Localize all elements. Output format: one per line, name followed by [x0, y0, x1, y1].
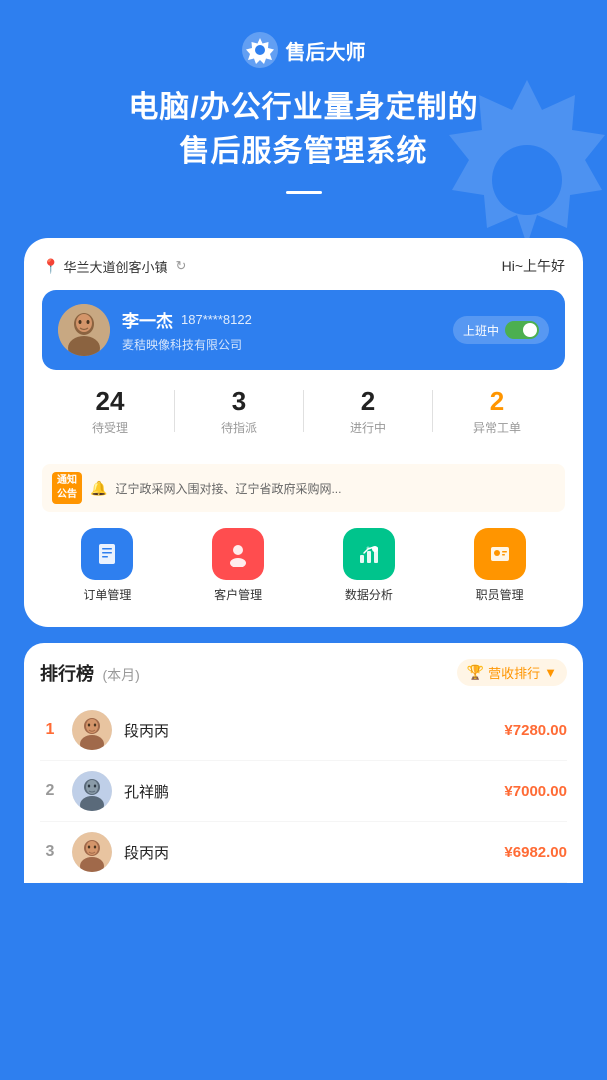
status-toggle[interactable]: 上班中 [453, 316, 549, 344]
menu-label-customers: 客户管理 [214, 586, 262, 603]
stat-number-0: 24 [46, 386, 174, 417]
user-card: 李一杰 187****8122 麦秸映像科技有限公司 上班中 [42, 290, 565, 370]
greeting-text: Hi~上午好 [502, 256, 565, 276]
rank-name-2: 孔祥鹏 [124, 781, 492, 802]
orders-icon [81, 528, 133, 580]
phone-top-bar: 📍 华兰大道创客小镇 ↻ Hi~上午好 [42, 256, 565, 276]
ranking-filter[interactable]: 🏆 营收排行 ▼ [457, 659, 567, 686]
logo-row: 售后大师 [242, 32, 366, 68]
ranking-header: 排行榜 (本月) 🏆 营收排行 ▼ [40, 659, 567, 686]
analytics-icon [343, 528, 395, 580]
rank-amount-3: ¥6982.00 [504, 844, 567, 861]
location-row[interactable]: 📍 华兰大道创客小镇 ↻ [42, 257, 186, 276]
stat-pending-receive: 24 待受理 [46, 386, 174, 436]
ranking-title-group: 排行榜 (本月) [40, 660, 140, 686]
stat-label-2: 进行中 [304, 419, 432, 436]
notice-badge: 通知公告 [52, 472, 82, 504]
stat-pending-assign: 3 待指派 [175, 386, 303, 436]
menu-label-staff: 职员管理 [476, 586, 524, 603]
ranking-title: 排行榜 [40, 664, 94, 684]
toggle-switch[interactable] [505, 321, 539, 339]
rank-num-2: 2 [40, 782, 60, 800]
menu-label-analytics: 数据分析 [345, 586, 393, 603]
ranking-dropdown-icon: ▼ [544, 665, 557, 680]
menu-item-orders[interactable]: 订单管理 [81, 528, 133, 603]
rank-avatar-3 [72, 832, 112, 872]
customers-icon [212, 528, 264, 580]
phone-card: 📍 华兰大道创客小镇 ↻ Hi~上午好 李一杰 187****8122 [24, 238, 583, 627]
staff-icon [474, 528, 526, 580]
notice-text: 辽宁政采网入围对接、辽宁省政府采购网... [115, 480, 341, 497]
location-pin-icon: 📍 [42, 258, 59, 275]
rank-name-3: 段丙丙 [124, 842, 492, 863]
ranking-item-1[interactable]: 1 段丙丙 ¥7280.00 [40, 700, 567, 761]
stats-items: 24 待受理 3 待指派 2 进行中 2 异常工单 [42, 386, 565, 436]
user-info: 李一杰 187****8122 麦秸映像科技有限公司 [122, 307, 441, 353]
ranking-filter-label: 营收排行 [488, 663, 540, 682]
divider [286, 191, 322, 194]
stats-row: 24 待受理 3 待指派 2 进行中 2 异常工单 [42, 386, 565, 450]
location-text: 华兰大道创客小镇 [63, 257, 167, 276]
stat-label-0: 待受理 [46, 419, 174, 436]
rank-amount-2: ¥7000.00 [504, 783, 567, 800]
status-label: 上班中 [463, 322, 499, 339]
ranking-item-2[interactable]: 2 孔祥鹏 ¥7000.00 [40, 761, 567, 822]
app-logo-text: 售后大师 [286, 36, 366, 65]
rank-name-1: 段丙丙 [124, 720, 492, 741]
ranking-filter-icon: 🏆 [467, 664, 484, 681]
stat-label-3: 异常工单 [433, 419, 561, 436]
rank-avatar-2 [72, 771, 112, 811]
rank-num-3: 3 [40, 843, 60, 861]
menu-label-orders: 订单管理 [83, 586, 131, 603]
stat-number-3: 2 [433, 386, 561, 417]
user-name-row: 李一杰 187****8122 [122, 307, 441, 332]
refresh-icon[interactable]: ↻ [175, 258, 186, 274]
logo-icon [242, 32, 278, 68]
ranking-section: 排行榜 (本月) 🏆 营收排行 ▼ 1 段丙丙 ¥7280.00 2 [24, 643, 583, 883]
menu-item-customers[interactable]: 客户管理 [212, 528, 264, 603]
user-phone: 187****8122 [181, 312, 252, 327]
stat-label-1: 待指派 [175, 419, 303, 436]
rank-avatar-1 [72, 710, 112, 750]
notice-bar[interactable]: 通知公告 🔔 辽宁政采网入围对接、辽宁省政府采购网... [42, 464, 565, 512]
menu-row: 订单管理 客户管理 数据分析 [42, 528, 565, 603]
user-name: 李一杰 [122, 307, 173, 332]
rank-amount-1: ¥7280.00 [504, 722, 567, 739]
ranking-subtitle: (本月) [102, 667, 139, 683]
menu-item-staff[interactable]: 职员管理 [474, 528, 526, 603]
user-avatar [58, 304, 110, 356]
user-company: 麦秸映像科技有限公司 [122, 336, 441, 353]
rank-num-1: 1 [40, 721, 60, 739]
stat-abnormal: 2 异常工单 [433, 386, 561, 436]
menu-item-analytics[interactable]: 数据分析 [343, 528, 395, 603]
stat-in-progress: 2 进行中 [304, 386, 432, 436]
stat-number-2: 2 [304, 386, 432, 417]
ranking-item-3[interactable]: 3 段丙丙 ¥6982.00 [40, 822, 567, 883]
stat-number-1: 3 [175, 386, 303, 417]
notice-speaker-icon: 🔔 [90, 480, 107, 497]
